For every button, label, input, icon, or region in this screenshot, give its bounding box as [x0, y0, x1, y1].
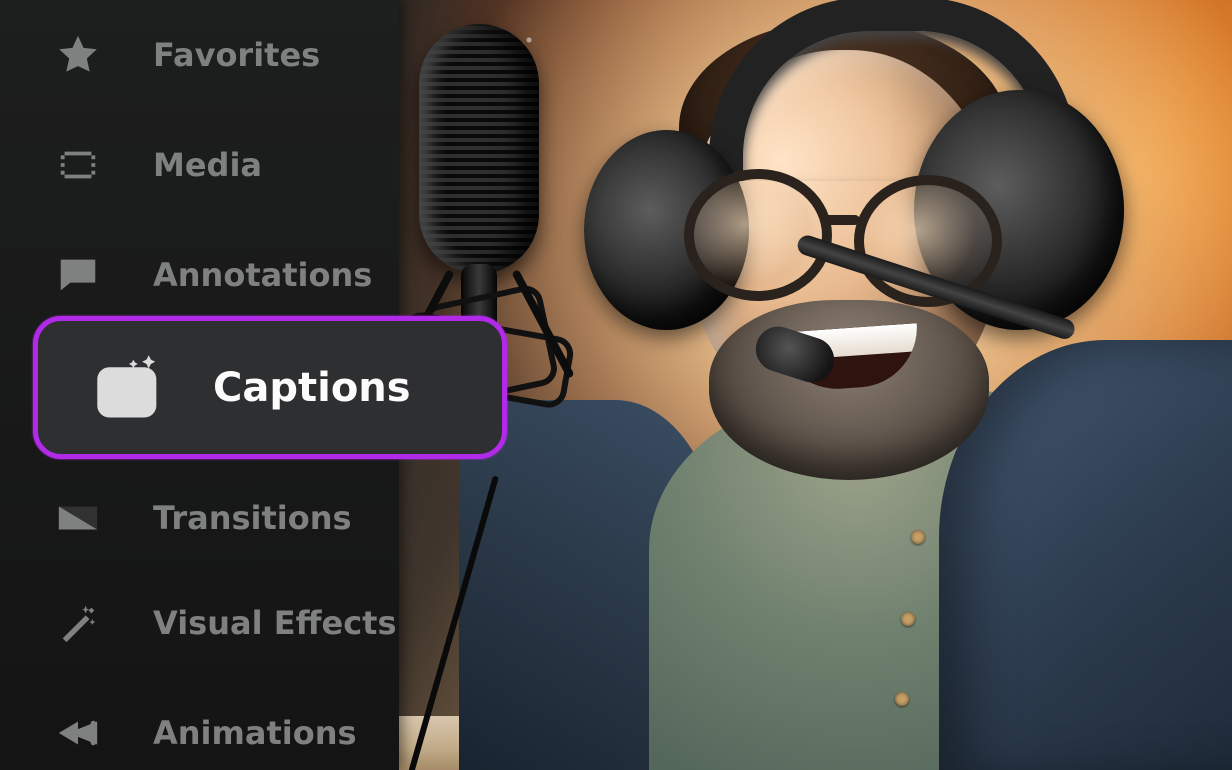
- filmstrip-icon: [53, 140, 103, 190]
- sidebar-item-transitions[interactable]: Transitions: [0, 468, 399, 568]
- sidebar-item-label: Annotations: [153, 256, 372, 294]
- sidebar-item-animations[interactable]: Animations: [0, 678, 399, 770]
- sidebar-item-media[interactable]: Media: [0, 110, 399, 220]
- wand-icon: [53, 598, 103, 648]
- transitions-icon: [53, 493, 103, 543]
- sidebar-item-annotations[interactable]: a Annotations: [0, 220, 399, 330]
- sidebar-item-label: Captions: [213, 365, 411, 411]
- sidebar-item-visual-effects[interactable]: Visual Effects: [0, 568, 399, 678]
- sidebar-item-label: Visual Effects: [153, 604, 397, 642]
- sidebar-item-favorites[interactable]: Favorites: [0, 0, 399, 110]
- star-icon: [53, 30, 103, 80]
- sidebar-item-label: Favorites: [153, 36, 320, 74]
- sidebar-item-label: Media: [153, 146, 262, 184]
- app-root: Favorites Media a Annotations: [0, 0, 1232, 770]
- svg-text:a: a: [74, 267, 81, 279]
- sidebar-item-label: Transitions: [153, 499, 352, 537]
- captions-icon: CC: [93, 352, 165, 424]
- sidebar-item-captions[interactable]: CC Captions: [33, 316, 507, 459]
- animations-icon: [53, 708, 103, 758]
- sidebar-item-label: Animations: [153, 714, 357, 752]
- svg-text:CC: CC: [109, 382, 144, 409]
- annotation-icon: a: [53, 250, 103, 300]
- video-preview: [399, 0, 1232, 770]
